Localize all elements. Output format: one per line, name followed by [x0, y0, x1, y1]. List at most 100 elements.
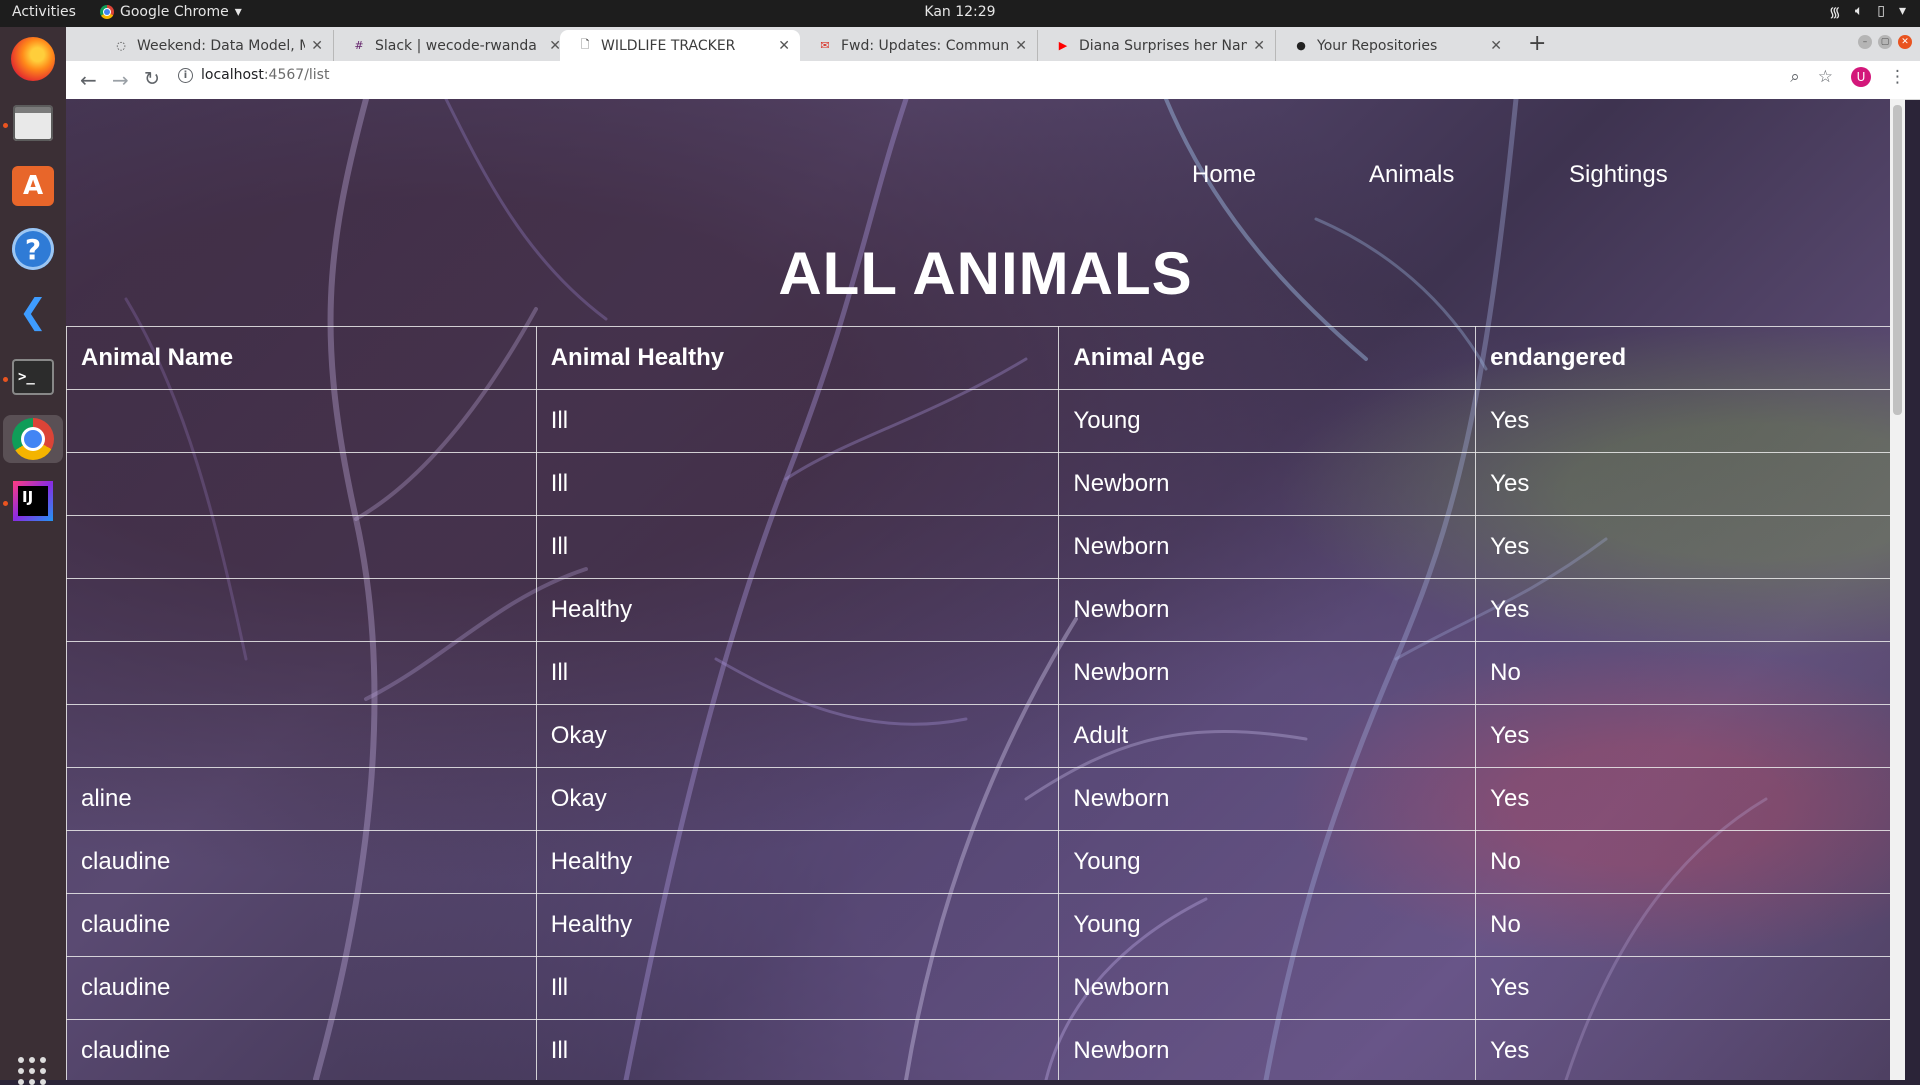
show-applications-icon[interactable]: [18, 1057, 46, 1085]
reload-button[interactable]: ↻: [144, 68, 160, 90]
close-icon[interactable]: ✕: [1490, 38, 1502, 54]
intellij-icon: IJ: [13, 481, 53, 521]
cell-animal-name: [66, 452, 537, 516]
ubuntu-dock: A ? ❮ >_ IJ: [0, 27, 66, 1085]
browser-toolbar: ← → ↻ i localhost:4567/list ⌕ ☆ U ⋮: [66, 61, 1920, 100]
cell-animal-age: Newborn: [1058, 452, 1477, 516]
tab-title: Your Repositories: [1317, 37, 1438, 54]
column-header-age: Animal Age: [1058, 326, 1477, 390]
profile-avatar[interactable]: U: [1851, 67, 1871, 87]
loading-icon: ◌: [116, 39, 126, 52]
intellij-launcher[interactable]: IJ: [9, 477, 57, 525]
tab-title: WILDLIFE TRACKER: [601, 37, 736, 54]
zoom-icon[interactable]: ⌕: [1790, 67, 1800, 87]
cell-animal-name: claudine: [66, 830, 537, 894]
back-button[interactable]: ←: [80, 68, 97, 92]
table-row: claudine Healthy Young No: [66, 893, 1905, 957]
close-icon[interactable]: ✕: [778, 38, 790, 54]
page-viewport: Home Animals Sightings ALL ANIMALS Anima…: [66, 99, 1905, 1080]
vscode-launcher[interactable]: ❮: [9, 288, 57, 336]
column-header-healthy: Animal Healthy: [535, 326, 1060, 390]
software-launcher[interactable]: A: [9, 162, 57, 210]
nav-animals-link[interactable]: Animals: [1369, 161, 1454, 189]
cell-animal-healthy: Ill: [535, 452, 1060, 516]
window-controls: – ▢ ✕: [1858, 35, 1912, 49]
chrome-icon: [12, 418, 54, 460]
browser-tab-strip: ◌ Weekend: Data Model, M ✕ # Slack | wec…: [66, 27, 1920, 61]
new-tab-button[interactable]: +: [1528, 31, 1546, 56]
cell-animal-age: Newborn: [1058, 578, 1477, 642]
running-indicator: [3, 501, 8, 506]
system-top-bar: Activities Google Chrome ▾ Kan 12:29 ᯾ 🔈…: [0, 0, 1920, 27]
cell-animal-age: Newborn: [1058, 956, 1477, 1020]
cell-animal-healthy: Ill: [535, 1019, 1060, 1080]
page-icon: 🗋︎: [580, 38, 590, 51]
slack-icon: #: [354, 39, 364, 52]
scrollbar-thumb[interactable]: [1893, 105, 1902, 415]
cell-endangered: No: [1475, 893, 1905, 957]
browser-tab-active[interactable]: 🗋︎ WILDLIFE TRACKER ✕: [560, 30, 800, 61]
close-icon[interactable]: ✕: [311, 38, 323, 54]
minimize-button[interactable]: –: [1858, 35, 1872, 49]
cell-endangered: Yes: [1475, 389, 1905, 453]
running-indicator: [3, 123, 8, 128]
page-scrollbar[interactable]: [1890, 99, 1905, 1080]
close-icon[interactable]: ✕: [1015, 38, 1027, 54]
cell-animal-age: Young: [1058, 893, 1477, 957]
firefox-launcher[interactable]: [9, 35, 57, 83]
column-header-name: Animal Name: [66, 326, 537, 390]
cell-animal-name: [66, 641, 537, 705]
cell-animal-healthy: Healthy: [535, 578, 1060, 642]
clock[interactable]: Kan 12:29: [0, 4, 1920, 20]
cell-endangered: Yes: [1475, 452, 1905, 516]
browser-tab[interactable]: ▶ Diana Surprises her Nann ✕: [1038, 30, 1276, 61]
cell-animal-healthy: Okay: [535, 704, 1060, 768]
cell-animal-healthy: Ill: [535, 389, 1060, 453]
system-tray[interactable]: ᯾ 🔈︎ ▯ ▾: [1829, 3, 1906, 22]
table-row: Ill Newborn Yes: [66, 515, 1905, 579]
cell-animal-age: Young: [1058, 830, 1477, 894]
browser-tab[interactable]: ● Your Repositories ✕: [1276, 30, 1512, 61]
chevron-down-icon: ▾: [1898, 3, 1906, 19]
cell-animal-name: claudine: [66, 1019, 537, 1080]
cell-endangered: No: [1475, 830, 1905, 894]
table-row: Ill Newborn No: [66, 641, 1905, 705]
table-row: Ill Newborn Yes: [66, 452, 1905, 516]
url-text[interactable]: localhost:4567/list: [201, 67, 329, 83]
nav-sightings-link[interactable]: Sightings: [1569, 161, 1668, 189]
table-row: claudine Ill Newborn Yes: [66, 1019, 1905, 1080]
maximize-button[interactable]: ▢: [1878, 35, 1892, 49]
help-launcher[interactable]: ?: [9, 225, 57, 273]
cell-animal-age: Newborn: [1058, 1019, 1477, 1080]
menu-icon[interactable]: ⋮: [1889, 67, 1906, 87]
bookmark-star-icon[interactable]: ☆: [1818, 67, 1833, 87]
help-icon: ?: [12, 228, 54, 270]
info-icon[interactable]: i: [178, 67, 193, 83]
close-icon[interactable]: ✕: [1253, 38, 1265, 54]
close-window-button[interactable]: ✕: [1898, 35, 1912, 49]
gmail-icon: ✉: [820, 39, 830, 52]
table-row: claudine Healthy Young No: [66, 830, 1905, 894]
terminal-icon: >_: [12, 359, 54, 395]
nav-home-link[interactable]: Home: [1192, 161, 1256, 189]
browser-tab[interactable]: ◌ Weekend: Data Model, M ✕: [96, 30, 334, 61]
site-nav: Home Animals Sightings: [66, 161, 1905, 191]
cell-animal-healthy: Ill: [535, 641, 1060, 705]
browser-tab[interactable]: # Slack | wecode-rwanda | M ✕: [334, 30, 572, 61]
cell-endangered: Yes: [1475, 704, 1905, 768]
tab-title: Weekend: Data Model, M: [137, 37, 306, 54]
cell-endangered: Yes: [1475, 1019, 1905, 1080]
column-header-endangered: endangered: [1475, 326, 1905, 390]
table-header-row: Animal Name Animal Healthy Animal Age en…: [66, 326, 1905, 390]
cell-animal-healthy: Ill: [535, 956, 1060, 1020]
cell-endangered: Yes: [1475, 956, 1905, 1020]
terminal-launcher[interactable]: >_: [9, 353, 57, 401]
files-launcher[interactable]: [9, 99, 57, 147]
cell-endangered: Yes: [1475, 767, 1905, 831]
address-bar[interactable]: i localhost:4567/list: [178, 67, 329, 83]
wifi-icon: ᯾: [1828, 5, 1841, 21]
forward-button[interactable]: →: [112, 68, 129, 92]
browser-tab[interactable]: ✉ Fwd: Updates: Communic ✕: [800, 30, 1038, 61]
chrome-launcher[interactable]: [3, 415, 63, 463]
cell-animal-age: Adult: [1058, 704, 1477, 768]
